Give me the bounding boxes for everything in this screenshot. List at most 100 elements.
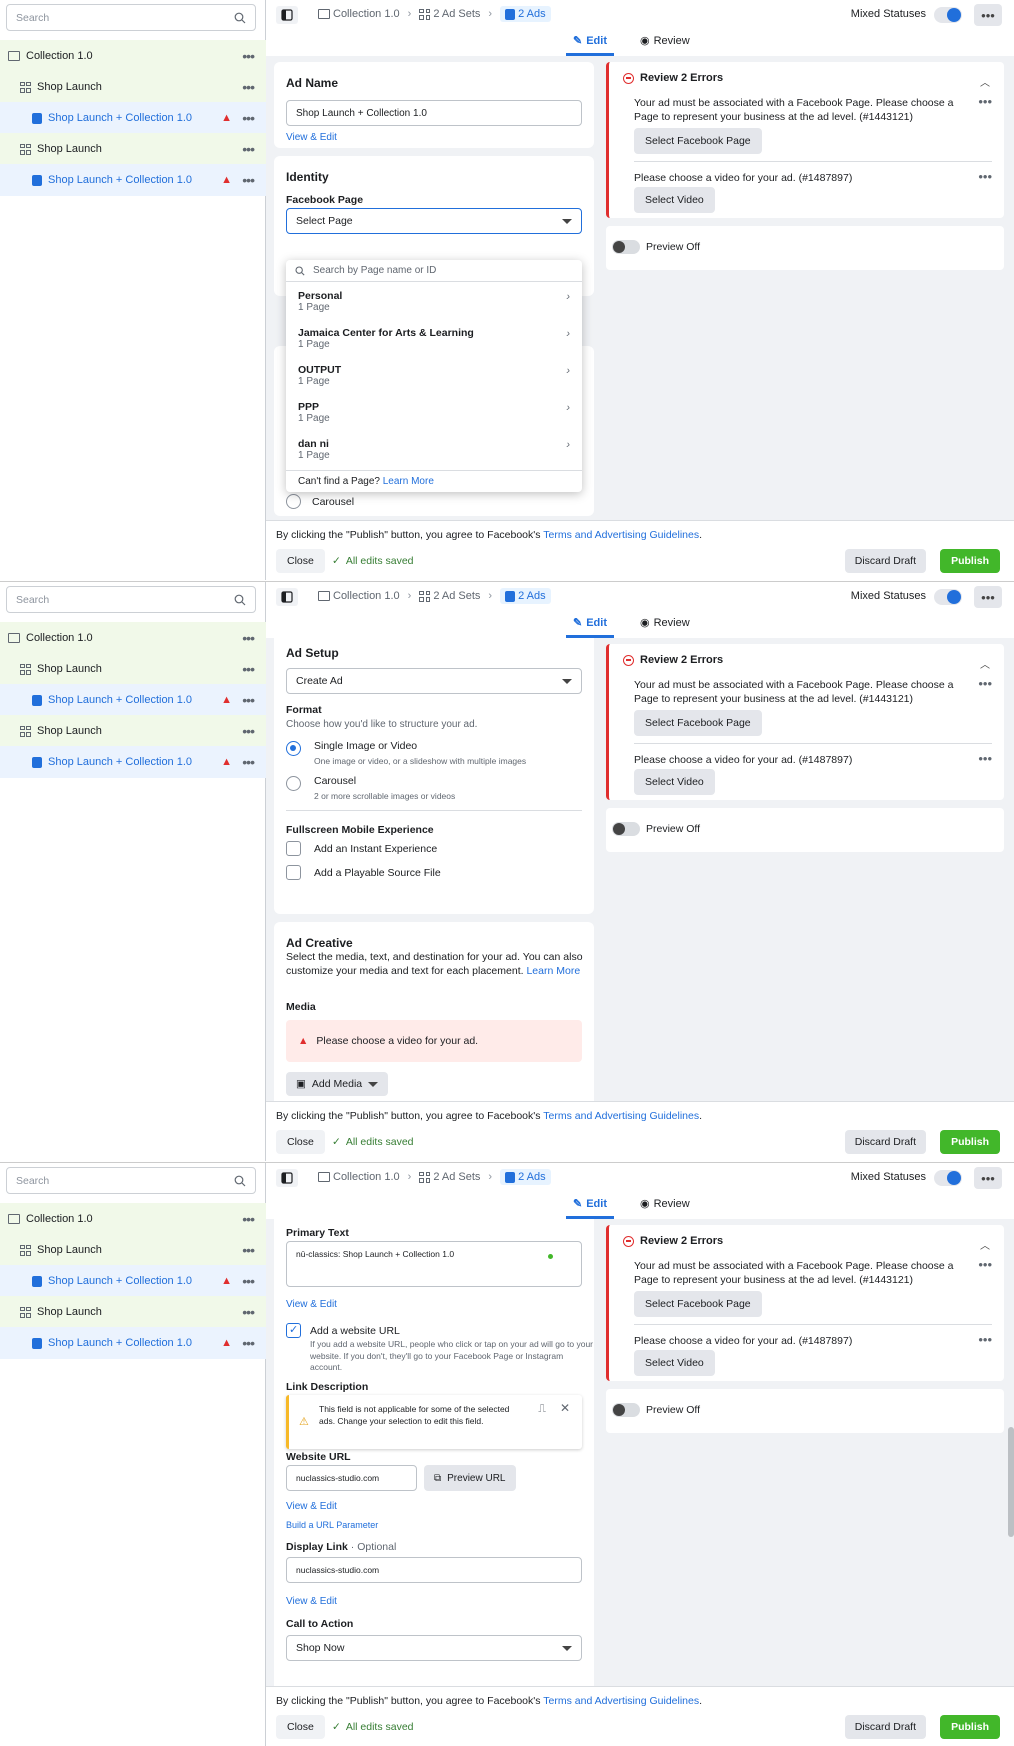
- chevron-up-icon[interactable]: ︿: [980, 1237, 990, 1252]
- tab-review[interactable]: ◉ Review: [640, 34, 690, 48]
- search-input[interactable]: Search: [6, 4, 256, 31]
- tree-item-ad-2[interactable]: Shop Launch + Collection 1.0 ▲ •••: [0, 164, 266, 196]
- discard-draft-button[interactable]: Discard Draft: [844, 549, 926, 573]
- select-video-button[interactable]: Select Video: [634, 769, 715, 795]
- chevron-up-icon[interactable]: ︿: [980, 656, 990, 671]
- terms-link[interactable]: Terms and Advertising Guidelines: [543, 529, 699, 541]
- more-icon[interactable]: •••: [242, 692, 255, 708]
- call-to-action-dropdown[interactable]: Shop Now: [286, 1635, 582, 1661]
- search-input[interactable]: Search: [6, 1167, 256, 1194]
- add-media-button[interactable]: ▣ Add Media: [286, 1072, 389, 1096]
- more-icon[interactable]: •••: [242, 1242, 255, 1258]
- display-link-input[interactable]: nuclassics-studio.com: [286, 1557, 582, 1583]
- build-url-parameter-link[interactable]: Build a URL Parameter: [286, 1520, 378, 1530]
- crumb-collection[interactable]: Collection 1.0: [318, 590, 400, 602]
- terms-link[interactable]: Terms and Advertising Guidelines: [543, 1110, 699, 1122]
- select-video-button[interactable]: Select Video: [634, 1350, 715, 1376]
- select-video-button[interactable]: Select Video: [634, 187, 715, 213]
- more-icon[interactable]: •••: [242, 1273, 255, 1289]
- primary-text-input[interactable]: nū-classics: Shop Launch + Collection 1.…: [286, 1241, 582, 1287]
- more-icon[interactable]: •••: [242, 172, 255, 188]
- more-icon[interactable]: •••: [242, 141, 255, 157]
- carousel-radio[interactable]: [286, 776, 301, 791]
- close-button[interactable]: Close: [276, 1130, 325, 1154]
- instant-experience-checkbox[interactable]: [286, 841, 301, 856]
- tab-edit[interactable]: ✎ Edit: [566, 616, 614, 638]
- book-icon[interactable]: ⎍: [538, 1403, 546, 1416]
- playable-source-checkbox[interactable]: [286, 865, 301, 880]
- more-icon[interactable]: •••: [242, 1304, 255, 1320]
- tab-review[interactable]: ◉ Review: [640, 616, 690, 630]
- more-icon[interactable]: •••: [978, 676, 992, 691]
- tree-item-adset-1[interactable]: Shop Launch •••: [0, 1234, 266, 1266]
- learn-more-link[interactable]: Learn More: [526, 965, 580, 977]
- crumb-collection[interactable]: Collection 1.0: [318, 8, 400, 20]
- select-facebook-page-button[interactable]: Select Facebook Page: [634, 1291, 762, 1317]
- page-group-item[interactable]: OUTPUT 1 Page ›: [298, 364, 570, 387]
- view-edit-link[interactable]: View & Edit: [286, 1501, 337, 1512]
- close-icon[interactable]: ✕: [560, 1401, 570, 1415]
- more-icon[interactable]: •••: [242, 48, 255, 64]
- more-icon[interactable]: •••: [242, 661, 255, 677]
- crumb-ads[interactable]: 2 Ads: [500, 588, 551, 604]
- page-group-item[interactable]: dan ni 1 Page ›: [298, 438, 570, 461]
- crumb-ads[interactable]: 2 Ads: [500, 6, 551, 22]
- tree-item-adset-2[interactable]: Shop Launch •••: [0, 1296, 266, 1328]
- tree-item-collection[interactable]: Collection 1.0 •••: [0, 40, 266, 72]
- status-toggle[interactable]: [934, 1170, 962, 1186]
- status-toggle[interactable]: [934, 7, 962, 23]
- tree-item-adset-2[interactable]: Shop Launch •••: [0, 133, 266, 165]
- view-edit-link[interactable]: View & Edit: [286, 1299, 337, 1310]
- scrollbar[interactable]: [1008, 1427, 1014, 1537]
- close-button[interactable]: Close: [276, 1715, 325, 1739]
- learn-more-link[interactable]: Learn More: [383, 476, 434, 487]
- more-icon[interactable]: •••: [242, 723, 255, 739]
- crumb-collection[interactable]: Collection 1.0: [318, 1171, 400, 1183]
- website-url-checkbox[interactable]: ✓: [286, 1323, 301, 1338]
- tree-item-adset-1[interactable]: Shop Launch •••: [0, 653, 266, 685]
- page-group-item[interactable]: Jamaica Center for Arts & Learning 1 Page…: [298, 327, 570, 350]
- select-facebook-page-button[interactable]: Select Facebook Page: [634, 128, 762, 154]
- tree-item-ad-2[interactable]: Shop Launch + Collection 1.0 ▲ •••: [0, 1327, 266, 1359]
- tree-item-adset-1[interactable]: Shop Launch •••: [0, 71, 266, 103]
- discard-draft-button[interactable]: Discard Draft: [844, 1715, 926, 1739]
- more-icon[interactable]: •••: [242, 630, 255, 646]
- more-icon[interactable]: •••: [242, 754, 255, 770]
- ad-name-input[interactable]: Shop Launch + Collection 1.0: [286, 100, 582, 126]
- more-icon[interactable]: •••: [978, 169, 992, 184]
- crumb-adsets[interactable]: 2 Ad Sets: [419, 1171, 480, 1183]
- preview-toggle[interactable]: [612, 822, 640, 836]
- crumb-adsets[interactable]: 2 Ad Sets: [419, 590, 480, 602]
- more-icon[interactable]: •••: [974, 1167, 1002, 1189]
- discard-draft-button[interactable]: Discard Draft: [844, 1130, 926, 1154]
- preview-url-button[interactable]: ⧉ Preview URL: [424, 1465, 516, 1491]
- crumb-ads[interactable]: 2 Ads: [500, 1169, 551, 1185]
- more-icon[interactable]: •••: [978, 1257, 992, 1272]
- more-icon[interactable]: •••: [978, 751, 992, 766]
- status-toggle[interactable]: [934, 589, 962, 605]
- publish-button[interactable]: Publish: [940, 1130, 1000, 1154]
- create-ad-dropdown[interactable]: Create Ad: [286, 668, 582, 694]
- preview-toggle[interactable]: [612, 1403, 640, 1417]
- more-icon[interactable]: •••: [978, 1332, 992, 1347]
- carousel-radio[interactable]: [286, 494, 301, 509]
- tree-item-collection[interactable]: Collection 1.0 •••: [0, 622, 266, 654]
- publish-button[interactable]: Publish: [940, 549, 1000, 573]
- tree-item-ad-1[interactable]: Shop Launch + Collection 1.0 ▲ •••: [0, 684, 266, 716]
- tree-item-collection[interactable]: Collection 1.0 •••: [0, 1203, 266, 1235]
- view-edit-link[interactable]: View & Edit: [286, 1596, 337, 1607]
- more-icon[interactable]: •••: [242, 110, 255, 126]
- tree-item-adset-2[interactable]: Shop Launch •••: [0, 715, 266, 747]
- select-facebook-page-button[interactable]: Select Facebook Page: [634, 710, 762, 736]
- search-input[interactable]: Search: [6, 586, 256, 613]
- select-page-dropdown[interactable]: Select Page: [286, 208, 582, 234]
- single-image-radio[interactable]: [286, 741, 301, 756]
- more-icon[interactable]: •••: [974, 586, 1002, 608]
- page-search-input[interactable]: Search by Page name or ID: [286, 260, 582, 282]
- view-edit-link[interactable]: View & Edit: [286, 132, 337, 143]
- more-icon[interactable]: •••: [242, 1335, 255, 1351]
- sidebar-toggle-icon[interactable]: [276, 6, 298, 24]
- tab-edit[interactable]: ✎ Edit: [566, 1197, 614, 1219]
- close-button[interactable]: Close: [276, 549, 325, 573]
- sidebar-toggle-icon[interactable]: [276, 1169, 298, 1187]
